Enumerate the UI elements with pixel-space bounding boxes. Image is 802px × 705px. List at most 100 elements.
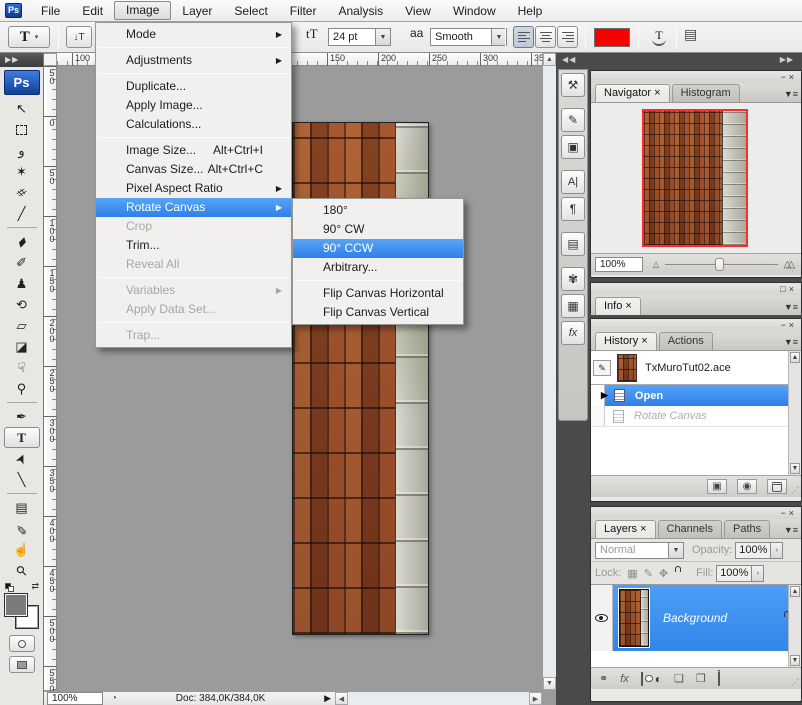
navigator-zoom-slider[interactable]: [665, 264, 777, 265]
dock-collapse-right-icon[interactable]: ▶▶: [780, 55, 794, 67]
tab-channels[interactable]: Channels: [658, 520, 722, 538]
add-mask-icon[interactable]: [641, 673, 643, 685]
zoom-out-icon[interactable]: △: [653, 260, 659, 269]
history-snapshot-row[interactable]: ✎ TxMuroTut02.ace: [591, 351, 801, 385]
menu-item-adjustments[interactable]: Adjustments▶: [96, 51, 291, 70]
menu-item-variables[interactable]: Variables▶: [96, 281, 291, 300]
menu-layer[interactable]: Layer: [171, 1, 223, 21]
paint-bucket-tool[interactable]: ◪: [4, 336, 40, 357]
navigator-thumbnail[interactable]: [643, 110, 747, 246]
menu-item-trap[interactable]: Trap...: [96, 326, 291, 345]
eraser-tool[interactable]: ▱: [4, 315, 40, 336]
font-size-dropdown-icon[interactable]: ▼: [376, 28, 391, 46]
menu-item-crop[interactable]: Crop: [96, 217, 291, 236]
font-size-value[interactable]: 24 pt: [328, 28, 376, 46]
text-color-swatch[interactable]: [594, 28, 630, 47]
panel-menu-icon[interactable]: ▼≡: [784, 302, 798, 312]
scroll-down-icon[interactable]: ▼: [790, 655, 800, 666]
blend-mode-value[interactable]: Normal: [595, 542, 669, 559]
scroll-right-icon[interactable]: ▶: [529, 692, 542, 705]
foreground-color-swatch[interactable]: [4, 593, 28, 617]
screen-mode-button[interactable]: [9, 656, 35, 673]
brush-tool[interactable]: ✐: [4, 252, 40, 273]
new-snapshot-button[interactable]: ◉: [737, 479, 757, 494]
tab-history[interactable]: History ×: [595, 332, 657, 350]
resize-grip-icon[interactable]: ⋰: [791, 264, 799, 273]
scroll-left-icon[interactable]: ◀: [335, 692, 348, 705]
delete-layer-button[interactable]: [718, 673, 720, 685]
lock-position-icon[interactable]: ✥: [659, 567, 668, 580]
adjustment-layer-icon[interactable]: ◐: [655, 672, 662, 686]
panel-menu-icon[interactable]: ▼≡: [784, 89, 798, 99]
scrollbar-vertical[interactable]: ▲ ▼: [542, 53, 556, 690]
history-scrollbar[interactable]: ▲ ▼: [788, 351, 801, 475]
slice-tool[interactable]: ╱: [4, 203, 40, 224]
history-step-open[interactable]: ▶ Open: [591, 385, 801, 406]
menu-item-reveal-all[interactable]: Reveal All: [96, 255, 291, 274]
eyedropper-tool[interactable]: ✎: [4, 518, 40, 539]
character-panel-icon[interactable]: A|: [561, 170, 585, 194]
link-layers-icon[interactable]: ⚭: [599, 672, 608, 685]
clone-source-panel-icon[interactable]: ▣: [561, 135, 585, 159]
toggle-palettes-icon[interactable]: ▤: [684, 26, 704, 48]
fill-field[interactable]: 100%: [716, 565, 752, 582]
lock-transparency-icon[interactable]: ▦: [627, 567, 637, 580]
layer-name[interactable]: Background: [663, 611, 727, 625]
resize-grip-icon[interactable]: ⋰: [791, 486, 799, 495]
maximize-icon[interactable]: □: [780, 284, 788, 294]
opacity-field[interactable]: 100%: [735, 542, 771, 559]
font-size-combo[interactable]: 24 pt ▼: [328, 28, 391, 46]
scroll-up-icon[interactable]: ▲: [790, 352, 800, 363]
tab-paths[interactable]: Paths: [724, 520, 770, 538]
scrollbar-horizontal[interactable]: ◀ ▶: [335, 691, 542, 705]
menu-file[interactable]: File: [30, 1, 71, 21]
opacity-flyout-icon[interactable]: ›: [771, 542, 783, 559]
swap-colors-icon[interactable]: ⇄: [31, 581, 39, 592]
line-tool[interactable]: ╲: [4, 469, 40, 490]
hand-tool[interactable]: ☝: [4, 539, 40, 560]
toolbox-collapse-icon[interactable]: ▶▶: [0, 53, 43, 67]
menu-item-canvas-size[interactable]: Canvas Size...Alt+Ctrl+C: [96, 160, 291, 179]
rectangular-marquee-tool[interactable]: [4, 119, 40, 140]
history-brush-source-icon[interactable]: ✎: [593, 360, 611, 376]
type-tool[interactable]: T: [4, 427, 40, 448]
menu-image[interactable]: Image: [114, 1, 171, 20]
menu-item-90-ccw[interactable]: 90° CCW: [293, 239, 463, 258]
menu-item-duplicate[interactable]: Duplicate...: [96, 77, 291, 96]
close-icon[interactable]: ×: [789, 320, 797, 330]
crop-tool[interactable]: #: [4, 182, 40, 203]
ruler-origin[interactable]: [44, 53, 57, 66]
menu-analysis[interactable]: Analysis: [327, 1, 394, 21]
align-left-button[interactable]: [513, 26, 534, 48]
menu-item-90-cw[interactable]: 90° CW: [293, 220, 463, 239]
tab-info[interactable]: Info ×: [595, 297, 641, 315]
layer-style-icon[interactable]: fx: [620, 673, 629, 685]
navigator-proxy-view[interactable]: [642, 109, 748, 247]
clone-stamp-tool[interactable]: ♟: [4, 273, 40, 294]
tab-actions[interactable]: Actions: [659, 332, 713, 350]
zoom-level-field[interactable]: 100%: [47, 692, 103, 705]
panel-menu-icon[interactable]: ▼≡: [784, 337, 798, 347]
menu-item-apply-image[interactable]: Apply Image...: [96, 96, 291, 115]
delete-state-button[interactable]: [767, 479, 787, 494]
magic-wand-tool[interactable]: ✶: [4, 161, 40, 182]
scroll-up-icon[interactable]: ▲: [790, 586, 800, 597]
panel-menu-icon[interactable]: ▼≡: [784, 525, 798, 535]
layer-visibility-cell[interactable]: [591, 585, 613, 651]
menu-item-trim[interactable]: Trim...: [96, 236, 291, 255]
layers-scrollbar[interactable]: ▲ ▼: [788, 585, 801, 667]
lock-pixels-icon[interactable]: ✎: [644, 567, 653, 580]
dodge-tool[interactable]: ⚲: [4, 378, 40, 399]
minimize-icon[interactable]: −: [780, 320, 788, 330]
history-step-rotate-canvas[interactable]: Rotate Canvas: [591, 406, 801, 427]
menu-item-apply-data-set[interactable]: Apply Data Set...: [96, 300, 291, 319]
resize-grip-icon[interactable]: ⋰: [791, 678, 799, 687]
smudge-tool[interactable]: ☟: [4, 357, 40, 378]
notes-tool[interactable]: ▤: [4, 497, 40, 518]
menu-item-image-size[interactable]: Image Size...Alt+Ctrl+I: [96, 141, 291, 160]
status-flyout-icon[interactable]: ▶: [324, 693, 331, 704]
path-selection-tool[interactable]: ➤: [4, 448, 40, 469]
close-icon[interactable]: ×: [789, 508, 797, 518]
new-layer-icon[interactable]: ❐: [696, 672, 706, 685]
lasso-tool[interactable]: و: [4, 140, 40, 161]
